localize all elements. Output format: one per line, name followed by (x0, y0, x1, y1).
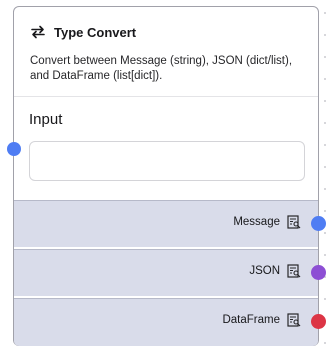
output-handle-message[interactable] (311, 216, 326, 231)
output-row-dataframe: DataFrame (14, 298, 326, 346)
input-handle[interactable] (7, 142, 21, 156)
node-description: Convert between Message (string), JSON (… (30, 55, 293, 82)
output-handle-json[interactable] (311, 265, 326, 280)
output-label: JSON (249, 265, 280, 277)
node-title-row: Type Convert (30, 24, 136, 40)
output-label: DataFrame (222, 314, 280, 326)
inspect-icon[interactable] (287, 215, 301, 229)
input-label: Input (29, 111, 63, 128)
output-row-json: JSON (14, 249, 326, 296)
output-row-message: Message (14, 200, 326, 247)
inspect-icon[interactable] (287, 313, 301, 327)
output-handle-dataframe[interactable] (311, 314, 326, 329)
input-field[interactable] (29, 141, 305, 181)
node-header: Type Convert Convert between Message (st… (14, 7, 318, 97)
type-convert-node[interactable]: Type Convert Convert between Message (st… (7, 6, 326, 346)
inspect-icon[interactable] (287, 264, 301, 278)
output-label: Message (233, 216, 280, 228)
node-title: Type Convert (54, 24, 137, 40)
arrows-swap-icon (31, 25, 45, 39)
